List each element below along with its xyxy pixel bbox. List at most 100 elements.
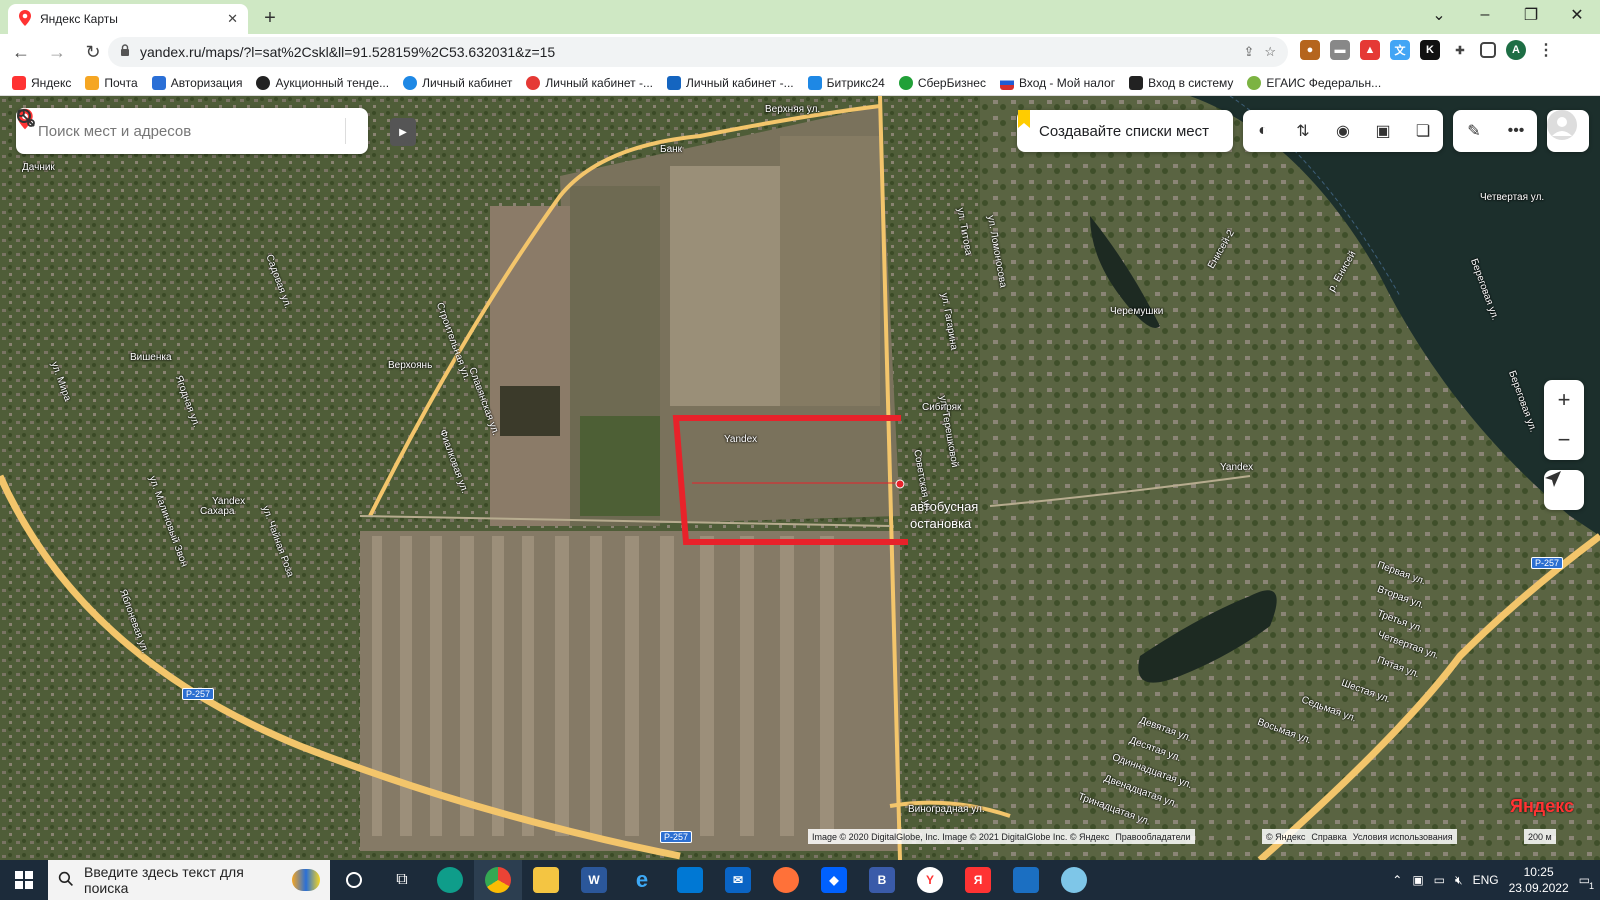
map-tools-toolbar: ✎ ••• [1453, 110, 1537, 152]
egais-icon [1247, 75, 1262, 90]
language-indicator[interactable]: ENG [1473, 873, 1499, 887]
cortana-button[interactable] [330, 860, 378, 900]
bookmark-tax[interactable]: Вход - Мой налог [999, 75, 1115, 90]
more-dots-icon[interactable]: ••• [1504, 119, 1528, 143]
b-app[interactable]: B [858, 860, 906, 900]
firefox-icon [773, 867, 799, 893]
share-icon[interactable]: ⇪ [1243, 44, 1254, 60]
bookmark-yandex[interactable]: Яндекс [12, 75, 71, 90]
extension-icon[interactable]: ● [1300, 40, 1320, 60]
bookmark-cabinet-1[interactable]: Личный кабинет [403, 75, 512, 90]
browser-tab-strip: Яндекс Карты ✕ + ⌄ – ❐ ✕ [0, 0, 1600, 34]
network-icon[interactable]: ▭ [1434, 873, 1445, 887]
zoom-out-button[interactable]: − [1544, 420, 1584, 460]
yandex-browser-app[interactable]: Y [906, 860, 954, 900]
mail-app[interactable]: ✉ [714, 860, 762, 900]
bookmark-auction[interactable]: Аукционный тенде... [256, 75, 389, 90]
map-search-box[interactable]: Поиск мест и адресов [16, 108, 368, 154]
bus-icon[interactable]: ▣ [1371, 119, 1395, 143]
collapse-panel-button[interactable]: ▶ [390, 118, 416, 146]
edge-app[interactable] [426, 860, 474, 900]
street-label: Yandex [212, 496, 246, 507]
k-icon [1129, 75, 1144, 90]
bookmark-star-icon[interactable]: ☆ [1264, 44, 1276, 60]
side-panel-icon[interactable] [1480, 42, 1496, 58]
photos-app[interactable] [1002, 860, 1050, 900]
minimize-button[interactable]: – [1462, 0, 1508, 30]
dropbox-app[interactable]: ◆ [810, 860, 858, 900]
terms-link[interactable]: Условия использования [1353, 832, 1453, 842]
store-app[interactable] [666, 860, 714, 900]
yandex-logo: Яндекс [1510, 796, 1575, 816]
photos-icon [1013, 867, 1039, 893]
help-link[interactable]: Справка [1311, 832, 1346, 842]
layers-icon[interactable]: ◐ [1251, 119, 1275, 143]
bookmark-mail[interactable]: Почта [85, 75, 138, 90]
puzzle-extensions-icon[interactable]: ✚ [1450, 40, 1470, 60]
sber-icon [898, 75, 913, 90]
k-extension-icon[interactable]: K [1420, 40, 1440, 60]
tab-search-button[interactable]: ⌄ [1416, 0, 1462, 30]
menu-kebab-icon[interactable]: ⋮ [1536, 40, 1556, 60]
mail-icon [85, 75, 100, 90]
create-lists-button[interactable]: Создавайте списки мест [1017, 110, 1233, 152]
extension-icon[interactable]: ▲ [1360, 40, 1380, 60]
yandex-app[interactable]: Я [954, 860, 1002, 900]
windows-start-button[interactable] [0, 860, 48, 900]
chrome-app[interactable] [474, 860, 522, 900]
new-tab-button[interactable]: + [258, 6, 282, 30]
close-window-button[interactable]: ✕ [1554, 0, 1600, 30]
ie-icon: e [635, 867, 649, 892]
street-label: Yandex [1220, 462, 1254, 473]
notifications-icon[interactable]: ▭ 1 [1579, 873, 1594, 891]
user-profile-button[interactable] [1547, 110, 1589, 152]
profile-avatar[interactable]: A [1506, 40, 1526, 60]
panorama-icon[interactable]: ❏ [1411, 119, 1435, 143]
my-location-button[interactable] [1544, 470, 1584, 510]
bookmark-cabinet-3[interactable]: Личный кабинет -... [667, 75, 794, 90]
bookmark-bitrix[interactable]: Битрикс24 [807, 75, 885, 90]
bookmark-login[interactable]: Вход в систему [1129, 75, 1233, 90]
zoom-in-button[interactable]: + [1544, 380, 1584, 420]
street-label: Yandex [724, 434, 758, 445]
clock[interactable]: 10:25 23.09.2022 [1509, 864, 1569, 896]
shield-icon[interactable]: ▣ [1412, 873, 1423, 887]
taskbar-search-box[interactable]: Введите здесь текст для поиска [48, 860, 330, 900]
bookmark-auth[interactable]: Авторизация [151, 75, 242, 90]
satellite-map[interactable]: Верхняя ул. Банк Дачник Вишенка Верхоянь Саха… [0, 96, 1600, 860]
search-input[interactable]: Поиск мест и адресов [38, 123, 325, 140]
bookmark-egais[interactable]: ЕГАИС Федеральн... [1247, 75, 1381, 90]
taskbar-search-input[interactable]: Введите здесь текст для поиска [84, 864, 282, 896]
paint-app[interactable] [1050, 860, 1098, 900]
word-app[interactable]: W [570, 860, 618, 900]
road-number-badge: Р-257 [182, 688, 215, 700]
edge-icon [437, 867, 463, 893]
street-label: Верхняя ул. [765, 104, 821, 115]
restore-button[interactable]: ❐ [1508, 0, 1554, 30]
close-tab-icon[interactable]: ✕ [227, 11, 238, 27]
reload-icon[interactable]: ↻ [78, 37, 108, 67]
explorer-app[interactable] [522, 860, 570, 900]
forward-arrow-icon[interactable]: → [42, 37, 72, 67]
chevron-up-icon[interactable]: ⌃ [1392, 873, 1402, 887]
rights-holders-link[interactable]: Правообладатели [1115, 832, 1190, 842]
ie-app[interactable]: e [618, 860, 666, 900]
bookmark-sberbusiness[interactable]: СберБизнес [898, 75, 986, 90]
extension-icon[interactable]: ▬ [1330, 40, 1350, 60]
task-view-button[interactable]: ⧉ [378, 860, 426, 900]
camera-icon[interactable]: ◉ [1331, 119, 1355, 143]
bookmark-cabinet-2[interactable]: Личный кабинет -... [526, 75, 653, 90]
back-arrow-icon[interactable]: ← [6, 37, 36, 67]
traffic-icon[interactable]: ⇅ [1291, 119, 1315, 143]
flag-icon [999, 75, 1014, 90]
translate-icon[interactable]: 文 [1390, 40, 1410, 60]
url-bar[interactable]: yandex.ru/maps/?l=sat%2Cskl&ll=91.528159… [108, 37, 1288, 67]
divider [345, 118, 346, 144]
yandex-icon: Я [965, 867, 991, 893]
windows-taskbar: Введите здесь текст для поиска ⧉ W e ✉ ◆… [0, 860, 1600, 900]
folder-icon [533, 867, 559, 893]
volume-muted-icon[interactable]: 🔇︎ [1455, 873, 1463, 888]
firefox-app[interactable] [762, 860, 810, 900]
ruler-icon[interactable]: ✎ [1462, 119, 1486, 143]
browser-tab[interactable]: Яндекс Карты ✕ [8, 4, 248, 34]
